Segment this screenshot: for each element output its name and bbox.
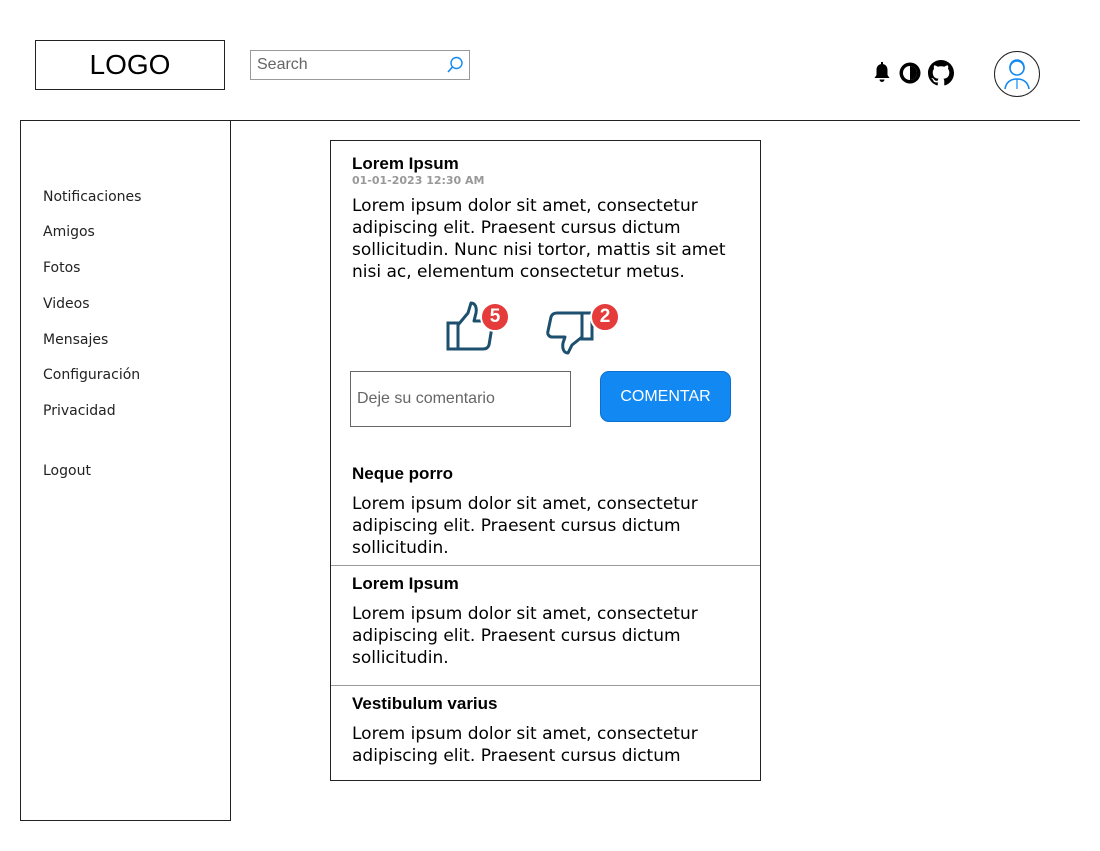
post-body: Lorem ipsum dolor sit amet, consectetur … — [352, 494, 698, 558]
search-box[interactable] — [250, 50, 470, 80]
github-icon[interactable] — [928, 60, 954, 86]
logo[interactable]: LOGO — [35, 40, 225, 90]
logout-link[interactable]: Logout — [43, 463, 91, 479]
like-button[interactable]: 5 — [444, 299, 510, 355]
user-avatar-icon — [1004, 59, 1030, 90]
feed-panel: Lorem Ipsum 01-01-2023 12:30 AM Lorem ip… — [330, 140, 761, 781]
thumbs-down-icon — [546, 311, 594, 355]
bell-icon[interactable] — [872, 61, 892, 85]
post-title: Neque porro — [352, 464, 454, 483]
search-icon[interactable] — [445, 55, 465, 75]
dislike-count-badge: 2 — [590, 302, 620, 332]
post-body: Lorem ipsum dolor sit amet, consectetur … — [352, 724, 698, 766]
post-date: 01-01-2023 12:30 AM — [352, 174, 485, 187]
comment-button[interactable]: COMENTAR — [600, 371, 731, 422]
dislike-button[interactable]: 2 — [546, 299, 620, 355]
search-input[interactable] — [255, 55, 439, 75]
post-title: Lorem Ipsum — [352, 574, 459, 593]
post-title: Lorem Ipsum — [352, 154, 459, 173]
avatar[interactable] — [994, 51, 1040, 97]
post-divider — [331, 685, 760, 686]
comment-input[interactable] — [350, 371, 571, 427]
post-body: Lorem ipsum dolor sit amet, consectetur … — [352, 604, 698, 668]
contrast-icon[interactable] — [898, 61, 922, 85]
sidebar-item-privacidad[interactable]: Privacidad — [43, 403, 116, 419]
sidebar-item-configuracion[interactable]: Configuración — [43, 367, 140, 383]
sidebar: Notificaciones Amigos Fotos Videos Mensa… — [20, 121, 231, 821]
sidebar-item-fotos[interactable]: Fotos — [43, 260, 80, 276]
post-body: Lorem ipsum dolor sit amet, consectetur … — [352, 196, 726, 282]
sidebar-item-amigos[interactable]: Amigos — [43, 224, 95, 240]
header-icon-group — [872, 60, 954, 86]
sidebar-item-mensajes[interactable]: Mensajes — [43, 332, 108, 348]
like-count-badge: 5 — [480, 302, 510, 332]
post-title: Vestibulum varius — [352, 694, 498, 713]
sidebar-item-notificaciones[interactable]: Notificaciones — [43, 189, 141, 205]
sidebar-item-videos[interactable]: Videos — [43, 296, 90, 312]
post-divider — [331, 565, 760, 566]
